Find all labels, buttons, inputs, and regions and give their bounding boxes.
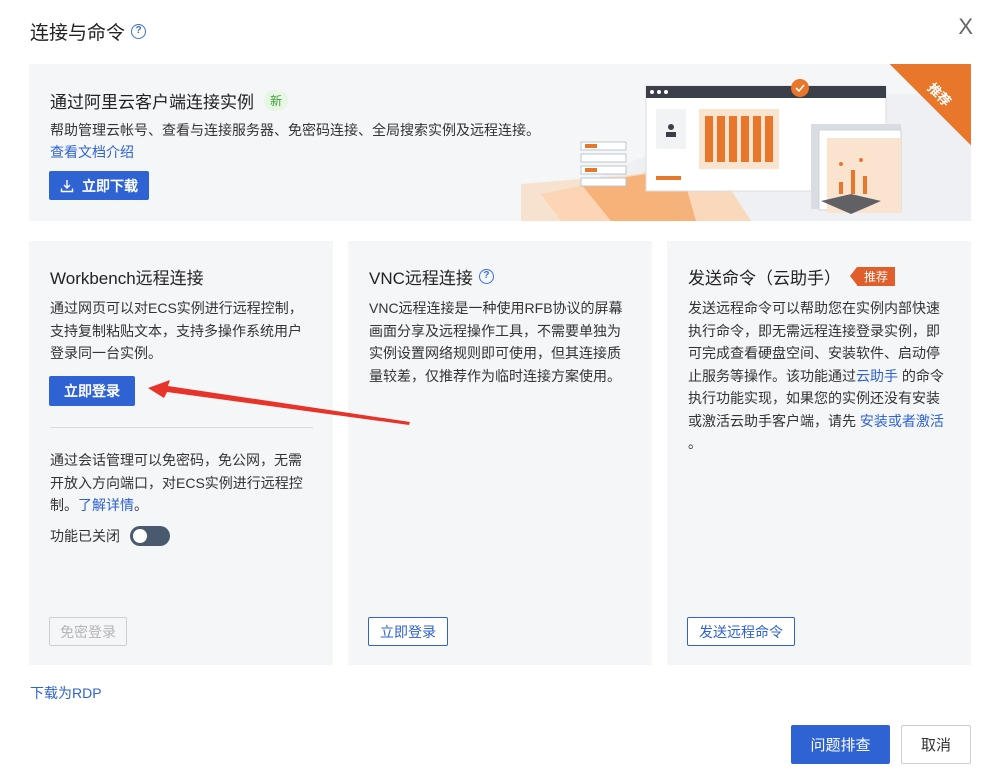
banner-illustration — [521, 64, 971, 221]
session-description: 通过会话管理可以免密码，免公网，无需开放入方向端口，对ECS实例进行远程控制。了… — [50, 449, 312, 517]
download-rdp-link[interactable]: 下载为RDP — [30, 683, 102, 703]
download-button[interactable]: 立即下载 — [49, 171, 149, 200]
vnc-help-icon[interactable]: ? — [478, 269, 494, 284]
passwordless-login-button: 免密登录 — [49, 617, 127, 646]
recommend-badge: 推荐 — [849, 267, 896, 286]
cancel-button[interactable]: 取消 — [901, 725, 971, 764]
command-card: 发送命令（云助手） 推荐 发送远程命令可以帮助您在实例内部快速执行命令，即无需远… — [667, 241, 971, 665]
download-icon — [60, 179, 74, 192]
dialog-title-text: 连接与命令 — [30, 23, 126, 44]
close-icon[interactable]: X — [958, 16, 973, 38]
install-activate-link[interactable]: 安装或者激活 — [860, 413, 944, 429]
command-desc-3: 。 — [688, 435, 702, 451]
cloud-assistant-link[interactable]: 云助手 — [856, 368, 898, 384]
workbench-login-button[interactable]: 立即登录 — [49, 376, 135, 406]
command-title-row: 发送命令（云助手） 推荐 — [688, 264, 896, 289]
command-description: 发送远程命令可以帮助您在实例内部快速执行命令，即无需远程连接登录实例，即可完成查… — [688, 297, 950, 455]
workbench-title: Workbench远程连接 — [50, 269, 204, 288]
toggle-knob — [133, 529, 147, 543]
workbench-card: Workbench远程连接 通过网页可以对ECS实例进行远程控制，支持复制粘贴文… — [29, 241, 333, 665]
toggle-label: 功能已关闭 — [50, 528, 120, 544]
session-toggle-row: 功能已关闭 — [50, 526, 170, 546]
send-command-button[interactable]: 发送远程命令 — [687, 617, 795, 646]
vnc-description: VNC远程连接是一种使用RFB协议的屏幕画面分享及远程操作工具，不需要单独为实例… — [369, 300, 623, 384]
divider — [50, 427, 313, 428]
command-title: 发送命令（云助手） — [688, 269, 841, 288]
session-toggle[interactable] — [130, 526, 170, 546]
client-banner: 通过阿里云客户端连接实例 新 帮助管理云帐号、查看与连接服务器、免密码连接、全局… — [29, 64, 971, 221]
doc-link[interactable]: 查看文档介绍 — [50, 142, 134, 162]
dialog-title: 连接与命令 ? — [30, 18, 147, 45]
new-badge: 新 — [264, 90, 289, 111]
learn-more-link[interactable]: 了解详情 — [78, 497, 134, 513]
vnc-title: VNC远程连接 — [369, 269, 473, 288]
help-icon[interactable]: ? — [131, 24, 147, 39]
banner-title-text: 通过阿里云客户端连接实例 — [50, 93, 254, 112]
banner-description: 帮助管理云帐号、查看与连接服务器、免密码连接、全局搜索实例及远程连接。 — [50, 122, 540, 138]
vnc-title-row: VNC远程连接 ? — [369, 264, 494, 289]
banner-title: 通过阿里云客户端连接实例 新 — [50, 88, 289, 113]
session-suffix: 。 — [134, 497, 148, 513]
troubleshoot-button[interactable]: 问题排查 — [791, 725, 890, 764]
vnc-card: VNC远程连接 ? VNC远程连接是一种使用RFB协议的屏幕画面分享及远程操作工… — [348, 241, 652, 665]
download-button-label: 立即下载 — [82, 177, 138, 194]
workbench-description: 通过网页可以对ECS实例进行远程控制，支持复制粘贴文本，支持多操作系统用户登录同… — [50, 300, 303, 361]
vnc-login-button[interactable]: 立即登录 — [368, 617, 448, 646]
